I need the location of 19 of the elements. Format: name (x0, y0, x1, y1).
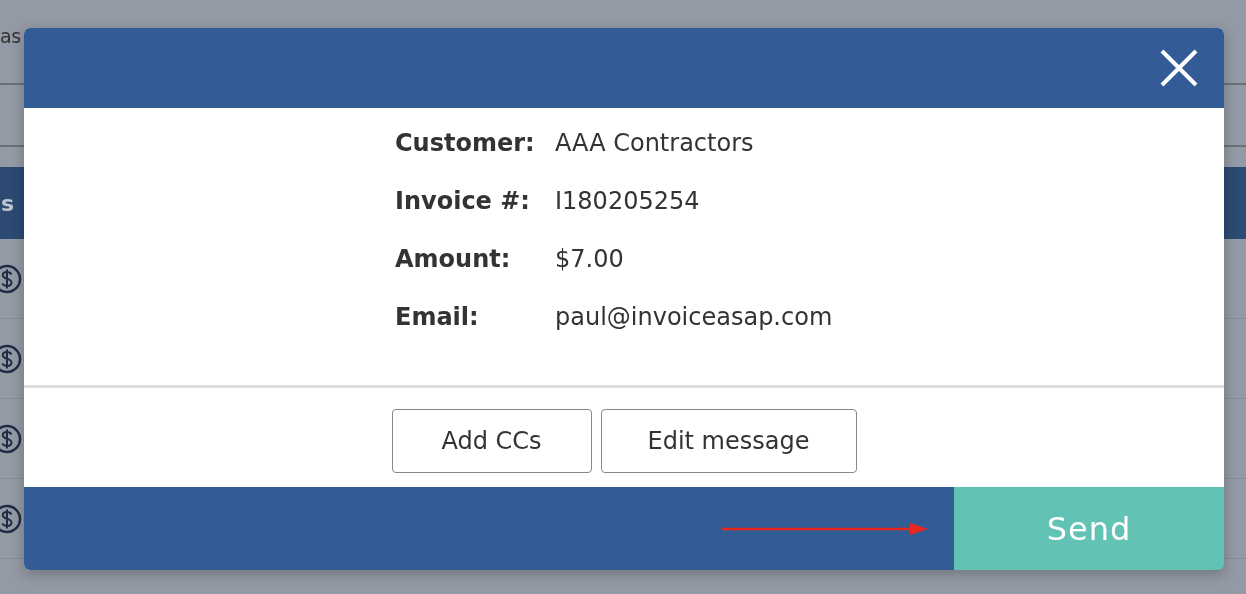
column-header: s (1, 189, 15, 218)
field-value: AAA Contractors (555, 128, 755, 159)
close-button[interactable] (1160, 49, 1198, 87)
dollar-icon (0, 423, 22, 454)
field-label: Amount: (395, 244, 512, 275)
page-heading: as (0, 24, 21, 50)
dollar-icon (0, 343, 22, 374)
field-value: $7.00 (555, 244, 625, 275)
field-label: Invoice #: (395, 186, 531, 217)
field-value: I180205254 (555, 186, 701, 217)
field-label: Email: (395, 302, 480, 333)
edit-message-button[interactable]: Edit message (600, 408, 857, 473)
dollar-icon (0, 263, 22, 294)
field-value: paul@invoiceasap.com (555, 302, 834, 333)
field-label: Customer: (395, 128, 536, 159)
close-icon (1160, 49, 1198, 87)
arrow-icon (722, 522, 928, 535)
dollar-icon (0, 503, 22, 534)
add-ccs-button[interactable]: Add CCs (391, 408, 592, 473)
